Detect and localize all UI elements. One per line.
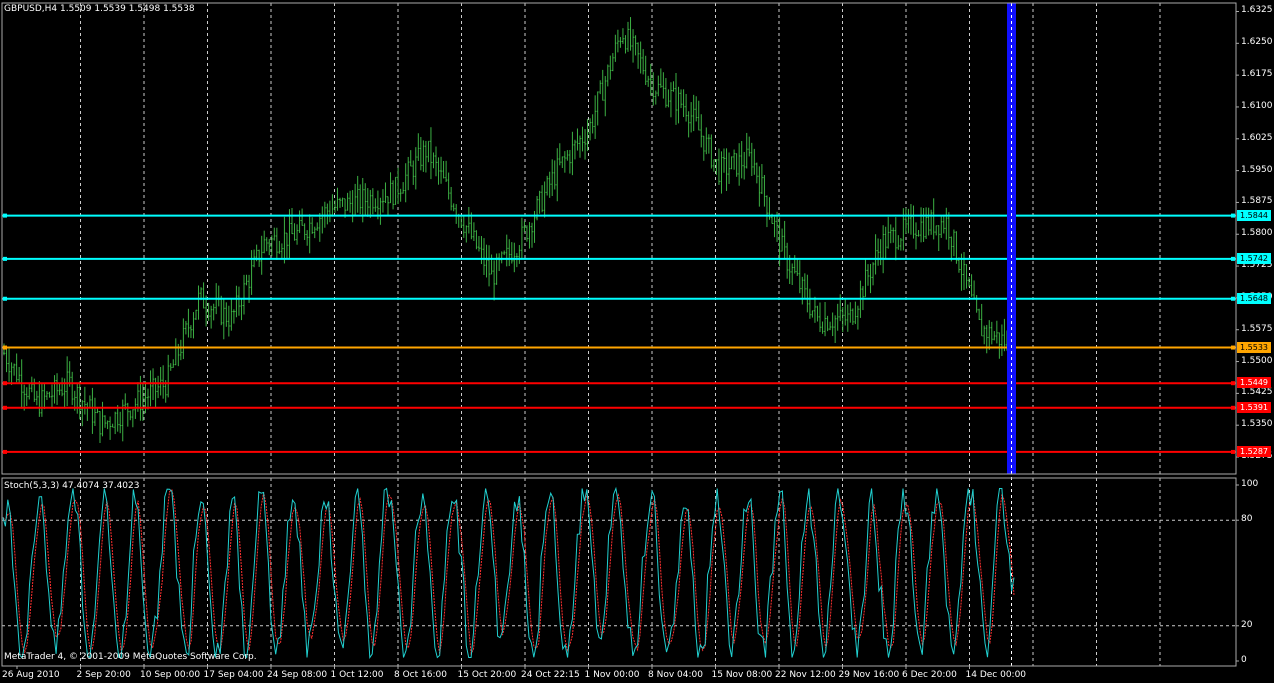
level-handle [3,345,7,350]
level-handle [3,256,7,261]
indicator-scale-label: 20 [1241,619,1253,630]
time-label: 6 Dec 20:00 [902,670,957,680]
level-handle [1231,296,1235,301]
time-label: 24 Oct 22:15 [521,670,580,680]
level-price-label: 1.5449 [1237,377,1271,389]
price-label: 1.6175 [1241,69,1273,80]
level-price-label: 1.5391 [1237,401,1271,413]
price-label: 1.6025 [1241,132,1273,143]
price-label: 1.5950 [1241,164,1273,175]
level-handle [1231,256,1235,261]
time-label: 8 Nov 04:00 [648,670,703,680]
indicator-header: Stoch(5,3,3) 47.4074 37.4023 [4,481,140,491]
level-price-label: 1.5287 [1237,445,1271,457]
price-label: 1.5875 [1241,196,1273,207]
time-label: 26 Aug 2010 [2,670,60,680]
level-price-label: 1.5533 [1237,341,1271,353]
time-label: 29 Nov 16:00 [838,670,900,680]
time-label: 1 Oct 12:00 [330,670,384,680]
chart-grid [2,3,1236,666]
time-label: 14 Dec 00:00 [965,670,1027,680]
horizontal-levels[interactable] [2,213,1236,454]
chart-axes [1,2,1239,669]
stochastic-indicator [2,3,1015,666]
price-label: 1.5500 [1241,355,1273,366]
level-handle [1231,449,1235,454]
time-label: 2 Sep 20:00 [76,670,131,680]
level-handle [3,296,7,301]
indicator-scale-label: 0 [1241,655,1247,665]
level-price-label: 1.5648 [1237,292,1271,304]
level-handle [1231,381,1235,386]
price-label: 1.6100 [1241,100,1273,111]
indicator-scale-label: 80 [1241,514,1253,525]
price-label: 1.6325 [1241,5,1273,16]
trading-chart[interactable] [0,0,1274,683]
level-handle [1231,345,1235,350]
level-handle [3,449,7,454]
stoch-signal-line [2,489,1015,656]
stoch-main-line [2,486,1015,659]
time-label: 8 Oct 16:00 [394,670,447,680]
indicator-scale-label: 100 [1241,479,1259,489]
time-label: 15 Nov 08:00 [711,670,773,680]
level-handle [3,213,7,218]
copyright-text: MetaTrader 4, © 2001-2009 MetaQuotes Sof… [4,652,257,662]
level-handle [1231,213,1235,218]
price-panel-border [1,2,1237,475]
price-label: 1.5575 [1241,323,1273,334]
level-price-label: 1.5844 [1237,209,1271,221]
time-label: 17 Sep 04:00 [203,670,264,680]
price-bars[interactable] [3,17,1013,443]
time-label: 15 Oct 20:00 [457,670,517,680]
price-label: 1.6250 [1241,37,1273,48]
level-handle [3,381,7,386]
price-label: 1.5425 [1241,387,1273,398]
chart-header: GBPUSD,H4 1.5509 1.5539 1.5498 1.5538 [4,4,195,14]
level-price-label: 1.5742 [1237,252,1271,264]
level-handle [3,405,7,410]
time-label: 1 Nov 00:00 [584,670,640,680]
time-label: 24 Sep 08:00 [267,670,328,680]
level-handle [1231,405,1235,410]
price-label: 1.5350 [1241,419,1273,430]
price-label: 1.5800 [1241,228,1273,239]
time-label: 22 Nov 12:00 [775,670,836,680]
time-label: 10 Sep 00:00 [140,670,201,680]
